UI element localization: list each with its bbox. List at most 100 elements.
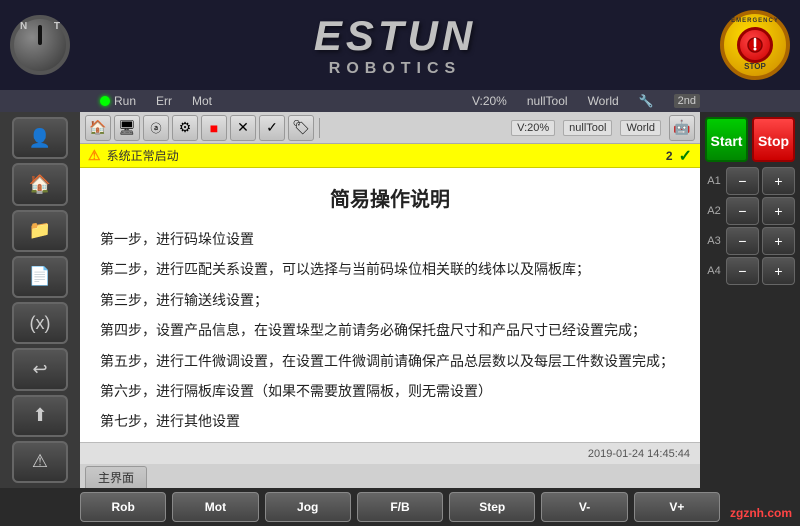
run-label: Run: [114, 94, 136, 108]
user-button[interactable]: 👤: [12, 117, 68, 159]
second-label: 2nd: [674, 94, 700, 108]
mode-knob[interactable]: N T: [10, 15, 70, 75]
axis-label-a4: A4: [705, 265, 723, 277]
axis-minus-a3[interactable]: −: [726, 227, 759, 255]
axis-minus-a1[interactable]: −: [726, 167, 759, 195]
folder-button[interactable]: 📁: [12, 210, 68, 252]
bottom-btn-v-[interactable]: V-: [541, 492, 627, 522]
tool-info: nullTool: [527, 94, 568, 108]
bottom-buttons: RobMotJogF/BStepV-V+: [80, 492, 720, 522]
doc-items: 第一步，进行码垛位设置第二步，进行匹配关系设置，可以选择与当前码垛位相关联的线体…: [100, 228, 680, 442]
list-item: 第四步，设置产品信息，在设置垛型之前请务必确保托盘尺寸和产品尺寸已经设置完成；: [100, 319, 680, 341]
doc-content: 简易操作说明 第一步，进行码垛位设置第二步，进行匹配关系设置，可以选择与当前码垛…: [80, 168, 700, 442]
world-label: World: [588, 94, 619, 108]
toolbar: 🏠 🖥 ⓐ ⚙ ■ ✕ ✓ 🏷 V:20% nullTool World 🤖: [80, 112, 700, 144]
alert-message: 系统正常启动: [107, 147, 179, 164]
knob-label-n: N: [20, 21, 27, 32]
header-left: N T: [10, 15, 70, 75]
axis-row-a2: A2 − +: [705, 196, 795, 226]
check-icon[interactable]: ✓: [259, 115, 285, 141]
right-sidebar: Start Stop A1 − + A2 − + A3 − + A4 − +: [700, 112, 800, 488]
bottom-btn-step[interactable]: Step: [449, 492, 535, 522]
axis-row-a4: A4 − +: [705, 256, 795, 286]
start-stop-row: Start Stop: [705, 117, 795, 162]
tool-label: nullTool: [527, 94, 568, 108]
bottom-btn-f-b[interactable]: F/B: [357, 492, 443, 522]
list-item: 第五步，进行工件微调设置，在设置工件微调前请确保产品总层数以及每层工件数设置完成…: [100, 350, 680, 372]
stop-icon[interactable]: ■: [201, 115, 227, 141]
logo-estun: ESTUN: [70, 12, 720, 60]
run-status: Run: [100, 94, 136, 108]
alert-icon: ⚠: [88, 147, 101, 164]
axis-label-a1: A1: [705, 175, 723, 187]
arrow-button[interactable]: ↩: [12, 348, 68, 390]
axis-button[interactable]: ⬆: [12, 395, 68, 437]
doc-title: 简易操作说明: [100, 183, 680, 212]
emergency-inner-button[interactable]: [737, 27, 773, 63]
run-led: [100, 96, 110, 106]
variable-button[interactable]: (x): [12, 302, 68, 344]
doc-footer: 2019-01-24 14:45:44: [80, 442, 700, 464]
version-badge: V:20%: [511, 120, 555, 136]
list-item: 第二步，进行匹配关系设置，可以选择与当前码垛位相关联的线体以及隔板库；: [100, 258, 680, 280]
watermark: zgznh.com: [730, 506, 792, 520]
alert-bar: ⚠ 系统正常启动 2 ✓: [80, 144, 700, 168]
bottom-btn-mot[interactable]: Mot: [172, 492, 258, 522]
emergency-text-bottom: STOP: [744, 62, 766, 71]
list-item: 第七步，进行其他设置: [100, 410, 680, 432]
home-button[interactable]: 🏠: [12, 163, 68, 205]
alert-check: ✓: [679, 146, 692, 166]
axis-row-a3: A3 − +: [705, 226, 795, 256]
gear-icon[interactable]: ⚙: [172, 115, 198, 141]
tool-badge: nullTool: [563, 120, 612, 136]
axis-plus-a3[interactable]: +: [762, 227, 795, 255]
list-item: 第六步，进行隔板库设置（如果不需要放置隔板，则无需设置）: [100, 380, 680, 402]
toolbar-separator: [319, 118, 320, 138]
logo-area: ESTUN ROBOTICS: [70, 12, 720, 78]
header: N T ESTUN ROBOTICS EMERGENCY STOP: [0, 0, 800, 90]
center-content: 🏠 🖥 ⓐ ⚙ ■ ✕ ✓ 🏷 V:20% nullTool World 🤖 ⚠…: [80, 112, 700, 488]
axis-minus-a4[interactable]: −: [726, 257, 759, 285]
screen-icon[interactable]: 🖥: [114, 115, 140, 141]
world-info: World: [588, 94, 619, 108]
home-icon[interactable]: 🏠: [85, 115, 111, 141]
status-bar: Run Err Mot V:20% nullTool World 🔧 2nd: [0, 90, 800, 112]
mot-label: Mot: [192, 94, 212, 108]
err-status: Err: [156, 94, 172, 108]
toolbar-info: V:20% nullTool World 🤖: [511, 115, 695, 141]
axis-label-a2: A2: [705, 205, 723, 217]
axis-plus-a4[interactable]: +: [762, 257, 795, 285]
warning-button[interactable]: ⚠: [12, 441, 68, 483]
stop-button[interactable]: Stop: [752, 117, 795, 162]
cross-icon[interactable]: ✕: [230, 115, 256, 141]
main-tab[interactable]: 主界面: [85, 466, 147, 488]
document-button[interactable]: 📄: [12, 256, 68, 298]
axis-minus-a2[interactable]: −: [726, 197, 759, 225]
world-badge: World: [620, 120, 661, 136]
bottom-btn-v+[interactable]: V+: [634, 492, 720, 522]
settings-a-icon[interactable]: ⓐ: [143, 115, 169, 141]
alert-number: 2: [666, 149, 673, 163]
tag-icon[interactable]: 🏷: [288, 115, 314, 141]
start-button[interactable]: Start: [705, 117, 748, 162]
robot-icon[interactable]: 🤖: [669, 115, 695, 141]
axis-plus-a1[interactable]: +: [762, 167, 795, 195]
mot-status: Mot: [192, 94, 212, 108]
icon-placeholder: 🔧: [639, 94, 654, 108]
left-sidebar: 👤 🏠 📁 📄 (x) ↩ ⬆ ⚠: [0, 112, 80, 488]
list-item: 第一步，进行码垛位设置: [100, 228, 680, 250]
bottom-btn-jog[interactable]: Jog: [265, 492, 351, 522]
version-label: V:20%: [472, 94, 507, 108]
main-area: 👤 🏠 📁 📄 (x) ↩ ⬆ ⚠ 🏠 🖥 ⓐ ⚙ ■ ✕ ✓ 🏷 V:20% …: [0, 112, 800, 488]
axis-label-a3: A3: [705, 235, 723, 247]
axis-row-a1: A1 − +: [705, 166, 795, 196]
axis-controls: A1 − + A2 − + A3 − + A4 − +: [705, 166, 795, 286]
list-item: 第三步，进行输送线设置；: [100, 289, 680, 311]
emergency-text-top: EMERGENCY: [731, 18, 779, 24]
logo-robotics: ROBOTICS: [70, 60, 720, 78]
timestamp: 2019-01-24 14:45:44: [588, 448, 690, 460]
emergency-icon: [746, 36, 764, 54]
axis-plus-a2[interactable]: +: [762, 197, 795, 225]
bottom-btn-rob[interactable]: Rob: [80, 492, 166, 522]
emergency-stop-button[interactable]: EMERGENCY STOP: [720, 10, 790, 80]
